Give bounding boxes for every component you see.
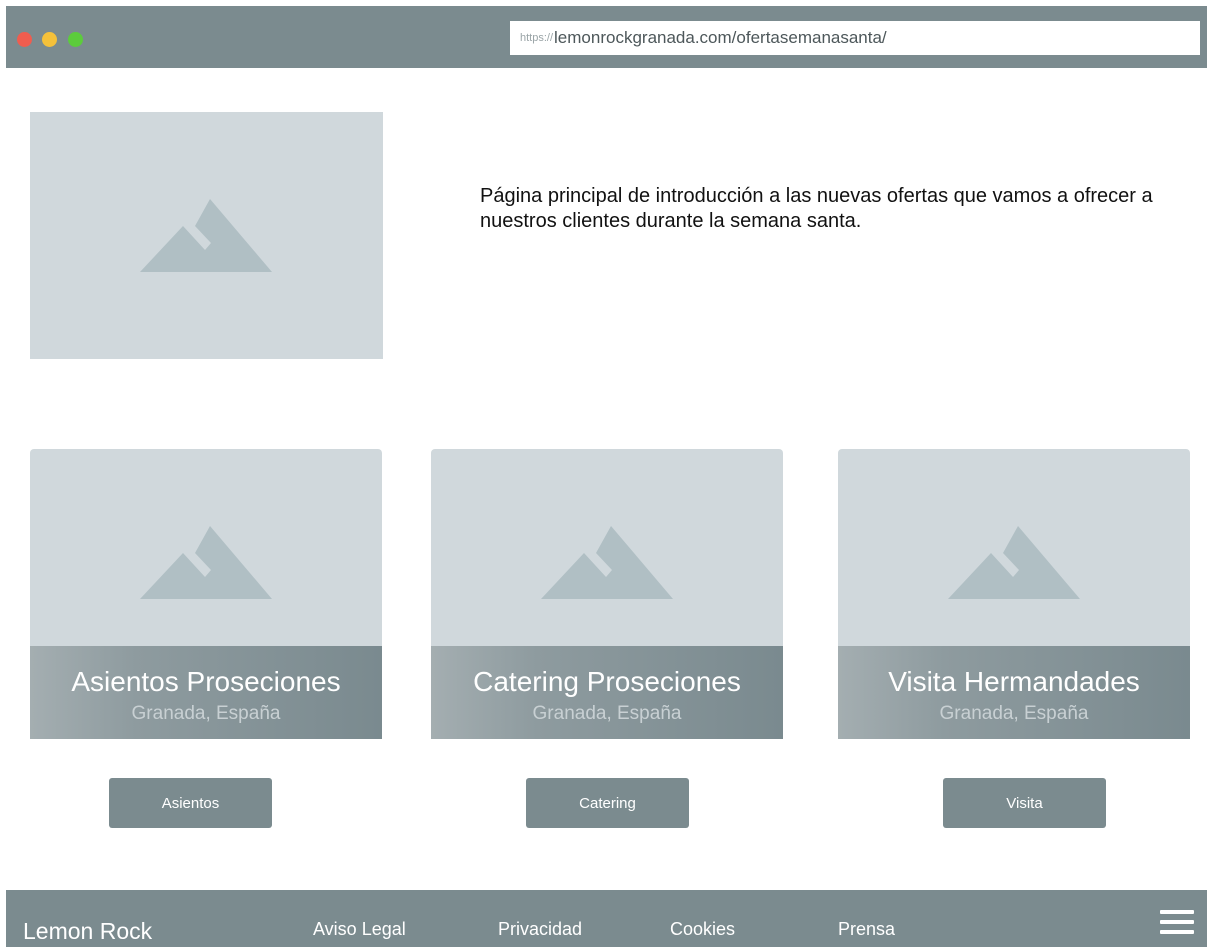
card-location: Granada, España — [532, 703, 682, 724]
card-title: Visita Hermandades — [888, 666, 1140, 697]
card-location: Granada, España — [939, 703, 1089, 724]
card-caption: Catering Proseciones Granada, España — [431, 646, 783, 739]
offer-card-visita[interactable]: Visita Hermandades Granada, España — [838, 449, 1190, 739]
card-caption: Asientos Proseciones Granada, España — [30, 646, 382, 739]
close-window-dot[interactable] — [17, 32, 32, 47]
mountain-image-icon — [948, 526, 1080, 599]
url-path: lemonrockgranada.com/ofertasemanasanta/ — [554, 28, 887, 47]
intro-text: Página principal de introducción a las n… — [480, 185, 1153, 232]
footer-link-privacidad[interactable]: Privacidad — [498, 919, 582, 940]
card-title: Asientos Proseciones — [71, 666, 341, 697]
visita-button[interactable]: Visita — [943, 778, 1106, 828]
card-caption: Visita Hermandades Granada, España — [838, 646, 1190, 739]
footer-link-prensa[interactable]: Prensa — [838, 919, 895, 940]
browser-toolbar: https:// lemonrockgranada.com/ofertasema… — [6, 6, 1207, 68]
hamburger-menu-icon[interactable] — [1160, 910, 1194, 936]
mountain-image-icon — [140, 526, 272, 599]
footer-link-aviso-legal[interactable]: Aviso Legal — [313, 919, 406, 940]
hero-image-placeholder — [30, 112, 383, 359]
mountain-image-icon — [541, 526, 673, 599]
address-bar[interactable]: https:// lemonrockgranada.com/ofertasema… — [510, 21, 1200, 55]
mountain-image-icon — [140, 199, 272, 272]
url-protocol: https:// — [520, 32, 554, 44]
minimize-window-dot[interactable] — [42, 32, 57, 47]
offer-card-asientos[interactable]: Asientos Proseciones Granada, España — [30, 449, 382, 739]
asientos-button[interactable]: Asientos — [109, 778, 272, 828]
catering-button[interactable]: Catering — [526, 778, 689, 828]
page: https:// lemonrockgranada.com/ofertasema… — [0, 0, 1207, 947]
maximize-window-dot[interactable] — [68, 32, 83, 47]
offer-card-catering[interactable]: Catering Proseciones Granada, España — [431, 449, 783, 739]
footer-link-cookies[interactable]: Cookies — [670, 919, 735, 940]
footer-brand[interactable]: Lemon Rock — [23, 918, 152, 945]
footer: Lemon Rock Aviso Legal Privacidad Cookie… — [6, 890, 1207, 947]
card-location: Granada, España — [131, 703, 281, 724]
card-title: Catering Proseciones — [473, 666, 741, 697]
